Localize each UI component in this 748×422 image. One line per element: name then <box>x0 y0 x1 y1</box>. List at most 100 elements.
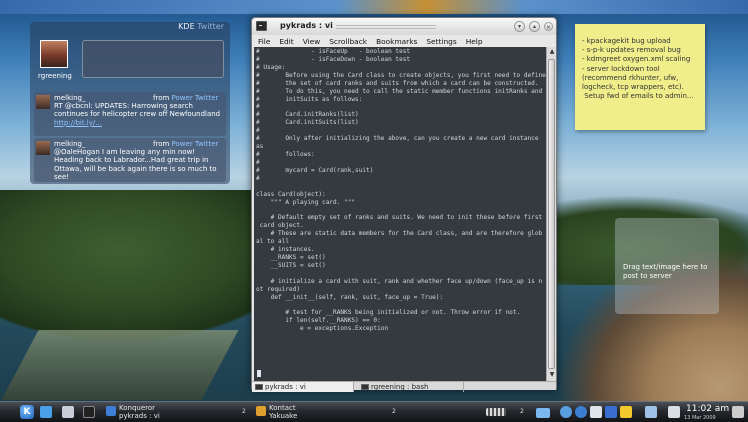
klipper-icon[interactable] <box>645 406 657 418</box>
menu-edit[interactable]: Edit <box>279 37 293 46</box>
menu-settings[interactable]: Settings <box>426 37 456 46</box>
terminal-line: # - isFaceUp - boolean test <box>256 48 411 55</box>
terminal-icon <box>255 384 263 390</box>
konqueror-icon <box>106 406 116 416</box>
tweet-source-link[interactable]: Power Twitter <box>172 94 219 102</box>
window-title: pykrads : vi <box>280 21 333 30</box>
terminal-line: # Usage: <box>256 63 286 71</box>
network-icon[interactable] <box>560 406 572 418</box>
tab-session-bash[interactable]: rgreening : bash <box>358 382 464 392</box>
show-desktop-icon[interactable] <box>536 408 550 418</box>
tweet-link[interactable]: http://bit.ly/... <box>54 119 102 127</box>
menu-scrollback[interactable]: Scrollback <box>329 37 367 46</box>
clock-date: 13 Mar 2009 <box>684 415 716 421</box>
close-button[interactable]: × <box>544 22 553 31</box>
sticky-note[interactable]: - kpackagekit bug upload - s-p-k updates… <box>575 24 705 130</box>
terminal-line: ot required) <box>256 285 301 293</box>
task-label: Kontact <box>269 404 296 412</box>
terminal-line: def __init__(self, rank, suit, face_up =… <box>256 293 444 301</box>
task-konqueror[interactable]: Konqueror pykrads : vi <box>104 404 244 421</box>
mail-icon[interactable] <box>590 406 602 418</box>
tweet-user[interactable]: melking_ <box>54 140 85 148</box>
window-titlebar[interactable]: pykrads : vi ▾ ▴ × <box>252 18 556 35</box>
clock-time[interactable]: 11:02 am <box>686 404 729 414</box>
terminal-line: # Before using the Card class to create … <box>256 71 546 79</box>
terminal-output[interactable]: # - isFaceUp - boolean test # - isFaceDow… <box>254 47 546 381</box>
menu-help[interactable]: Help <box>466 37 483 46</box>
menu-view[interactable]: View <box>303 37 321 46</box>
terminal-line: as <box>256 143 264 151</box>
tweet-user[interactable]: melking_ <box>54 94 85 102</box>
tweet-source-link[interactable]: Power Twitter <box>172 140 219 148</box>
cashew-icon[interactable] <box>732 406 744 418</box>
tab-session-vi[interactable]: pykrads : vi <box>252 382 354 392</box>
microblog-title-dim: Twitter <box>197 22 224 31</box>
terminal-line: # - isFaceDown - boolean test <box>256 55 411 63</box>
maximize-button[interactable]: ▴ <box>529 21 540 32</box>
avatar <box>40 40 68 68</box>
task-kontact[interactable]: Kontact Yakuake <box>254 404 394 421</box>
tweet-source: from Power Twitter <box>153 94 218 102</box>
terminal-line: # <box>256 158 260 166</box>
terminal-icon[interactable] <box>83 406 95 418</box>
menubar: File Edit View Scrollback Bookmarks Sett… <box>252 35 556 47</box>
terminal-line: # test for __RANKS being initialized or … <box>256 309 521 317</box>
volume-icon[interactable] <box>668 406 680 418</box>
titlebar-grip <box>336 25 436 29</box>
menu-file[interactable]: File <box>258 37 270 46</box>
pastebin-drop-target[interactable]: Drag text/image here to post to server <box>615 218 719 314</box>
terminal-line: # <box>256 127 260 135</box>
tweet-item: melking_ from Power Twitter @OaleHogan I… <box>34 138 226 182</box>
tweet-text: @OaleHogan I am leaving any min now! Hea… <box>54 148 217 182</box>
tweet-text-body: RT @cbcnl: UPDATES: Harrowing search con… <box>54 102 221 119</box>
tweet-from-label: from <box>153 140 170 148</box>
update-icon[interactable] <box>575 406 587 418</box>
minimize-button[interactable]: ▾ <box>514 21 525 32</box>
kde-menu-icon[interactable]: K <box>20 405 34 419</box>
tweet-source: from Power Twitter <box>153 140 218 148</box>
task-group-count: 2 <box>392 408 396 415</box>
terminal-line: # instances. <box>256 246 315 254</box>
session-tabs: pykrads : vi rgreening : bash <box>252 381 556 392</box>
microblog-username: rgreening <box>38 72 72 80</box>
konsole-window: pykrads : vi ▾ ▴ × File Edit View Scroll… <box>251 17 557 392</box>
pager-icon[interactable] <box>486 408 506 416</box>
file-manager-icon[interactable] <box>62 406 74 418</box>
terminal-line: # mycard = Card(rank,suit) <box>256 166 374 174</box>
terminal-text: # - isFaceUp - boolean test # - isFaceDow… <box>256 48 546 341</box>
terminal-line: __RANKS = set() <box>256 253 326 261</box>
system-settings-icon[interactable] <box>40 406 52 418</box>
terminal-scrollbar[interactable]: ▲ ▼ <box>546 47 556 381</box>
tweet-avatar <box>36 95 50 109</box>
text-cursor <box>257 370 261 377</box>
top-glow <box>0 0 748 14</box>
terminal-line: # initialize a card with suit, rank and … <box>256 277 543 285</box>
tweet-text: RT @cbcnl: UPDATES: Harrowing search con… <box>54 102 224 127</box>
scrollbar-thumb[interactable] <box>548 59 555 369</box>
terminal-line: __SUITS = set() <box>256 261 326 269</box>
tweet-from-label: from <box>153 94 170 102</box>
terminal-line: card object. <box>256 222 304 230</box>
power-icon[interactable] <box>620 406 632 418</box>
terminal-icon <box>361 384 369 390</box>
status-input[interactable] <box>82 40 224 78</box>
tweet-avatar <box>36 141 50 155</box>
scroll-up-icon[interactable]: ▲ <box>548 48 556 56</box>
scroll-down-icon[interactable]: ▼ <box>548 371 556 379</box>
terminal-line: """ A playing card. """ <box>256 198 356 206</box>
terminal-line: # These are static data members for the … <box>256 230 543 238</box>
terminal-line: # To do this, you need to call the stati… <box>256 87 543 95</box>
terminal-line: class Card(object): <box>256 190 326 198</box>
microblog-title: KDE Twitter <box>178 22 224 31</box>
bluetooth-icon[interactable] <box>605 406 617 418</box>
microblog-widget: KDE Twitter rgreening melking_ from Powe… <box>30 22 230 184</box>
terminal-icon[interactable] <box>256 21 267 31</box>
terminal-line: # initSuits as follows: <box>256 95 363 103</box>
task-label: Konqueror <box>119 404 156 412</box>
menu-bookmarks[interactable]: Bookmarks <box>376 37 417 46</box>
